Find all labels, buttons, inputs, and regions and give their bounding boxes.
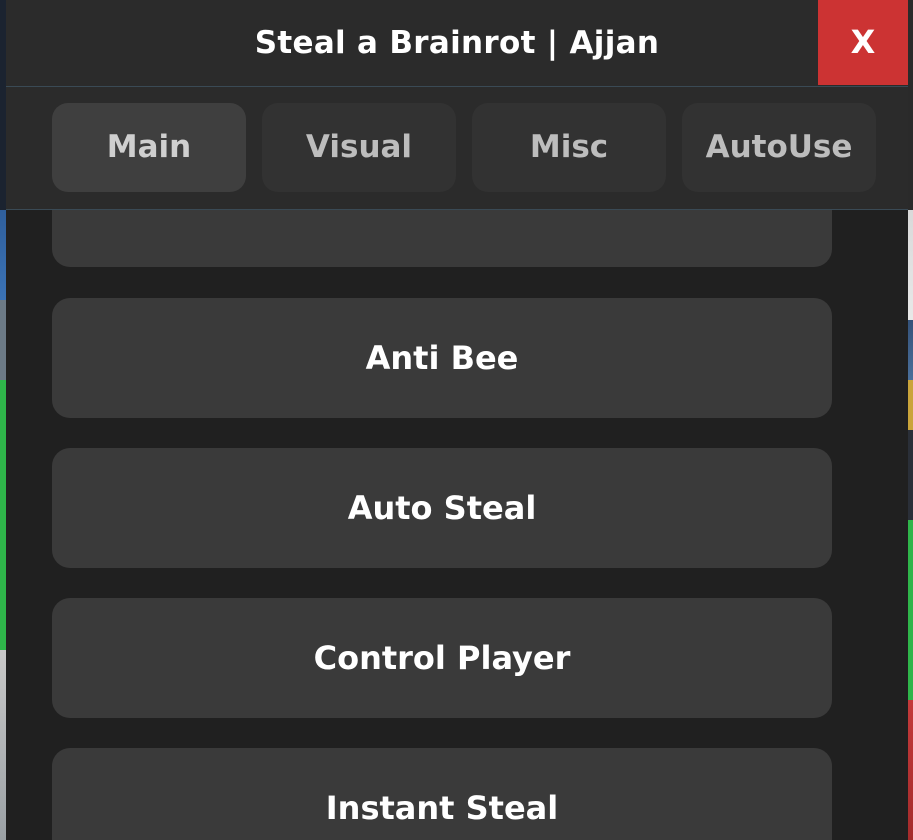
tab-bar: Main Visual Misc AutoUse bbox=[6, 87, 908, 210]
tab-autouse[interactable]: AutoUse bbox=[682, 103, 876, 192]
instant-steal-button[interactable]: Instant Steal bbox=[52, 748, 832, 840]
tab-misc[interactable]: Misc bbox=[472, 103, 666, 192]
anti-bee-button[interactable]: Anti Bee bbox=[52, 298, 832, 418]
script-hub-window: Steal a Brainrot | Ajjan X Main Visual M… bbox=[6, 0, 908, 840]
control-player-button[interactable]: Control Player bbox=[52, 598, 832, 718]
title-bar[interactable]: Steal a Brainrot | Ajjan X bbox=[6, 0, 908, 87]
window-title: Steal a Brainrot | Ajjan bbox=[254, 25, 660, 61]
feature-button-partial[interactable] bbox=[52, 210, 832, 267]
feature-list[interactable]: Anti Bee Auto Steal Control Player Insta… bbox=[6, 210, 908, 840]
tab-main[interactable]: Main bbox=[52, 103, 246, 192]
tab-visual[interactable]: Visual bbox=[262, 103, 456, 192]
auto-steal-button[interactable]: Auto Steal bbox=[52, 448, 832, 568]
close-button[interactable]: X bbox=[818, 0, 908, 85]
